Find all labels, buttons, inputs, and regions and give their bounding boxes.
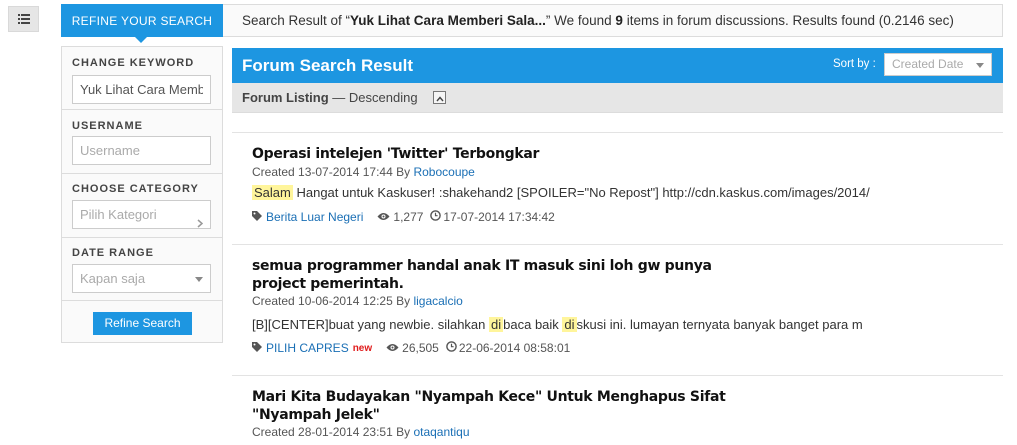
result-title-line1: Mari Kita Budayakan "Nyampah Kece" Untuk… [252, 389, 726, 405]
result-snippet: [B][CENTER]buat yang newbie. silahkan di… [252, 317, 863, 332]
category-select[interactable]: Pilih Kategori [72, 200, 211, 229]
collapse-toggle-button[interactable] [433, 91, 446, 104]
date-range-select[interactable]: Kapan saja [72, 264, 211, 293]
result-category-link[interactable]: Berita Luar Negeri [266, 210, 363, 224]
search-summary-bar: REFINE YOUR SEARCH Search Result of “Yuk… [61, 4, 1003, 43]
last-date-value: 17-07-2014 17:34:42 [443, 210, 555, 224]
date-range-value: Kapan saja [80, 271, 146, 286]
refine-your-search-tab[interactable]: REFINE YOUR SEARCH [61, 4, 223, 43]
chevron-up-icon [435, 89, 444, 107]
list-item: Operasi intelejen 'Twitter' Terbongkar C… [232, 132, 1003, 244]
category-section: CHOOSE CATEGORY Pilih Kategori [62, 174, 222, 238]
result-summary: Search Result of “Yuk Lihat Cara Memberi… [242, 5, 954, 36]
refine-search-button[interactable]: Refine Search [93, 312, 192, 335]
result-last-date: 17-07-2014 17:34:42 [430, 210, 555, 224]
listing-bar: Forum Listing — Descending [232, 83, 1003, 113]
result-meta: Created 10-06-2014 12:25 By ligacalcio [252, 294, 463, 308]
clock-icon [446, 341, 459, 355]
caret-down-icon [976, 63, 984, 68]
result-created: Created 10-06-2014 12:25 By [252, 294, 414, 308]
listing-label: Forum Listing [242, 90, 329, 105]
date-range-label: DATE RANGE [72, 247, 154, 259]
summary-prefix: Search Result of “ [242, 13, 351, 28]
sidebar-divider [62, 300, 222, 301]
caret-down-icon [195, 277, 203, 282]
list-icon [17, 14, 30, 24]
result-snippet: Salam Hangat untuk Kaskuser! :shakehand2… [252, 185, 870, 200]
snippet-text: baca baik [503, 317, 563, 332]
result-title-line2: project pemerintah. [252, 276, 404, 292]
result-author-link[interactable]: otaqantiqu [413, 425, 469, 439]
listing-order: — Descending [328, 90, 418, 105]
chevron-right-icon [197, 210, 204, 237]
result-author-link[interactable]: ligacalcio [413, 294, 462, 308]
sort-value: Created Date [892, 57, 964, 71]
result-meta: Created 28-01-2014 23:51 By otaqantiqu [252, 425, 470, 439]
result-title-line1: semua programmer handal anak IT masuk si… [252, 258, 712, 274]
sort-label: Sort by : [833, 58, 876, 70]
summary-suffix: items in forum discussions. Results foun… [622, 13, 954, 28]
result-meta: Created 13-07-2014 17:44 By Robocoupe [252, 165, 475, 179]
refine-tab-label: REFINE YOUR SEARCH [71, 13, 213, 28]
result-title[interactable]: Operasi intelejen 'Twitter' Terbongkar [252, 145, 539, 163]
result-last-date: 22-06-2014 08:58:01 [446, 341, 570, 355]
eye-icon [377, 210, 393, 224]
panel-title: Forum Search Result [242, 56, 413, 75]
snippet-highlight: Salam [252, 185, 293, 200]
result-footer: Berita Luar Negeri 1,277 17-07-2014 17:3… [252, 210, 555, 224]
result-title[interactable]: Mari Kita Budayakan "Nyampah Kece" Untuk… [252, 388, 726, 424]
result-created: Created 28-01-2014 23:51 By [252, 425, 414, 439]
snippet-text: Hangat untuk Kaskuser! :shakehand2 [SPOI… [292, 185, 870, 200]
listing-text: Forum Listing — Descending [242, 83, 418, 113]
result-category-link[interactable]: PILIH CAPRES [266, 341, 349, 355]
last-date-value: 22-06-2014 08:58:01 [458, 341, 571, 355]
keyword-input[interactable] [72, 75, 211, 104]
views-count: 1,277 [393, 210, 424, 224]
snippet-highlight: di [562, 317, 577, 332]
clock-icon [430, 210, 443, 224]
summary-query: Yuk Lihat Cara Memberi Sala... [350, 13, 546, 28]
category-placeholder: Pilih Kategori [80, 207, 157, 222]
eye-icon [386, 341, 402, 355]
result-title[interactable]: semua programmer handal anak IT masuk si… [252, 257, 712, 293]
username-label: USERNAME [72, 120, 143, 132]
snippet-text: [B][CENTER]buat yang newbie. silahkan [252, 317, 490, 332]
snippet-text: skusi ini. lumayan ternyata banyak bange… [576, 317, 863, 332]
result-footer: PILIH CAPRES new 26,505 22-06-2014 08:58… [252, 341, 570, 355]
list-item: Mari Kita Budayakan "Nyampah Kece" Untuk… [232, 375, 1003, 445]
result-title-line1: Operasi intelejen 'Twitter' Terbongkar [252, 146, 540, 162]
username-section: USERNAME [62, 110, 222, 174]
summary-count: 9 [615, 13, 623, 28]
refine-sidebar: CHANGE KEYWORD USERNAME CHOOSE CATEGORY … [61, 46, 223, 343]
result-views: 1,277 [377, 210, 423, 224]
tag-icon [252, 210, 262, 224]
panel-header: Forum Search Result Sort by : Created Da… [232, 48, 1003, 83]
username-input[interactable] [72, 136, 211, 165]
result-title-line2: "Nyampah Jelek" [252, 407, 380, 423]
sort-select[interactable]: Created Date [884, 53, 992, 76]
menu-toggle-button[interactable] [8, 6, 39, 32]
result-created: Created 13-07-2014 17:44 By [252, 165, 414, 179]
snippet-highlight: di [489, 317, 504, 332]
category-label: CHOOSE CATEGORY [72, 183, 199, 195]
new-badge: new [352, 342, 373, 354]
views-count: 26,505 [402, 341, 439, 355]
keyword-label: CHANGE KEYWORD [72, 57, 195, 69]
summary-mid: ” We found [545, 13, 616, 28]
result-author-link[interactable]: Robocoupe [413, 165, 474, 179]
tag-icon [252, 341, 262, 355]
list-item: semua programmer handal anak IT masuk si… [232, 244, 1003, 375]
result-views: 26,505 [386, 341, 439, 355]
keyword-section: CHANGE KEYWORD [62, 47, 222, 110]
